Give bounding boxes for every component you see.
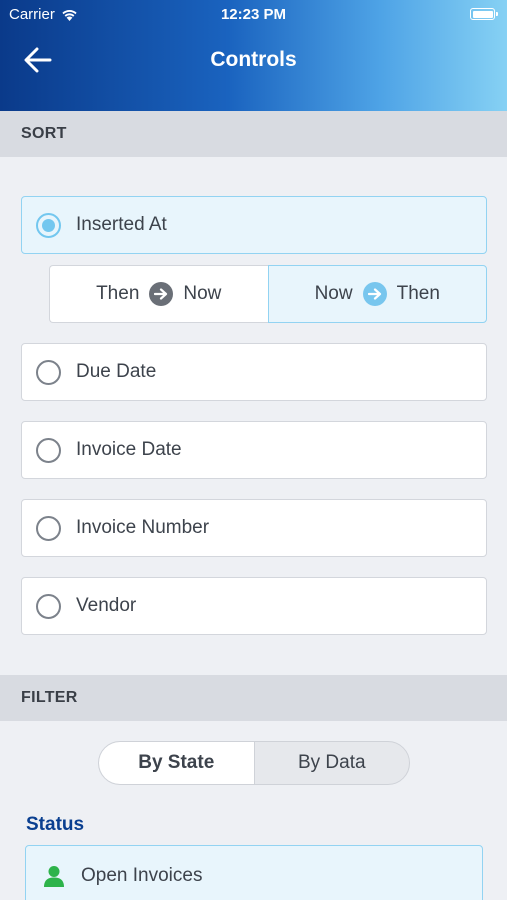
navigation-header: Carrier 12:23 PM Controls (0, 0, 507, 111)
order-from-label: Then (96, 283, 140, 304)
tab-by-data[interactable]: By Data (255, 742, 410, 784)
status-bar: Carrier 12:23 PM (0, 0, 507, 28)
status-label: Status (26, 814, 85, 835)
sort-option-label: Vendor (76, 595, 137, 616)
sort-option-due-date[interactable]: Due Date (21, 343, 487, 401)
sort-option-inserted-at[interactable]: Inserted At (21, 196, 487, 254)
sort-option-label: Due Date (76, 361, 157, 382)
status-item-label: Open Invoices (81, 865, 203, 886)
sort-section-header: SORT (0, 111, 507, 157)
filter-mode-toggle: By State By Data (98, 741, 410, 785)
order-now-to-then-button[interactable]: Now Then (267, 265, 487, 323)
order-then-to-now-button[interactable]: Then Now (49, 265, 268, 323)
order-to-label: Now (183, 283, 222, 304)
battery-icon (470, 8, 498, 20)
user-icon (43, 865, 65, 887)
radio-unselected-icon (36, 515, 61, 541)
page-title: Controls (210, 48, 297, 71)
order-from-label: Now (314, 283, 353, 304)
sort-option-vendor[interactable]: Vendor (21, 577, 487, 635)
radio-unselected-icon (36, 359, 61, 385)
filter-section-header: FILTER (0, 675, 507, 721)
arrow-right-circle-icon (149, 282, 174, 306)
sort-option-invoice-date[interactable]: Invoice Date (21, 421, 487, 479)
sort-option-invoice-number[interactable]: Invoice Number (21, 499, 487, 557)
sort-order-toggle: Then Now Now Then (49, 265, 487, 323)
status-item-open-invoices[interactable]: Open Invoices (25, 845, 483, 900)
tab-by-state[interactable]: By State (99, 742, 255, 784)
arrow-right-circle-icon (362, 282, 387, 306)
sort-option-label: Inserted At (76, 214, 167, 235)
sort-option-label: Invoice Date (76, 439, 182, 460)
sort-option-label: Invoice Number (76, 517, 210, 538)
radio-selected-icon (36, 212, 61, 238)
radio-unselected-icon (36, 593, 61, 619)
clock: 12:23 PM (220, 6, 287, 23)
radio-unselected-icon (36, 437, 61, 463)
order-to-label: Then (396, 283, 440, 304)
